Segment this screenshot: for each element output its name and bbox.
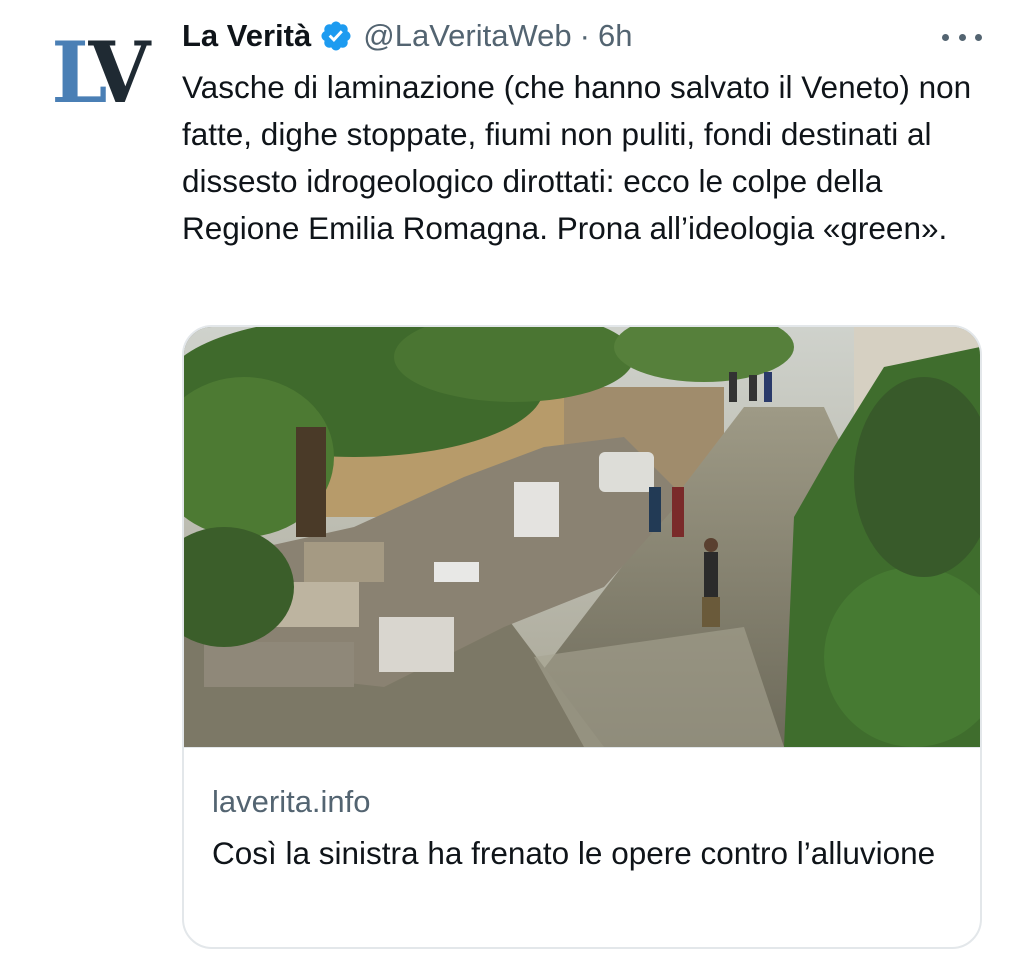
card-image[interactable]: [184, 327, 980, 747]
card-title[interactable]: Così la sinistra ha frenato le opere con…: [212, 830, 952, 876]
tweet[interactable]: LV La Verità @LaVeritaWeb · 6h Vasche di…: [0, 0, 1024, 976]
tweet-text: Vasche di laminazione (che hanno salvato…: [182, 69, 972, 246]
link-card[interactable]: laverita.info Così la sinistra ha frenat…: [182, 325, 982, 949]
more-dot-1: [942, 33, 949, 41]
la-verita-logo: LV: [51, 31, 150, 115]
logo-letter-v: V: [88, 23, 150, 122]
verified-badge-icon[interactable]: [319, 19, 353, 53]
more-dot-3: [975, 33, 982, 41]
timestamp[interactable]: 6h: [598, 18, 632, 54]
tweet-header: La Verità @LaVeritaWeb · 6h: [182, 14, 632, 58]
avatar[interactable]: LV: [30, 18, 162, 128]
flooded-street-photo: [184, 327, 980, 747]
separator-dot: ·: [579, 18, 590, 53]
more-horizontal-icon[interactable]: [942, 22, 982, 52]
card-footer[interactable]: laverita.info Così la sinistra ha frenat…: [184, 747, 980, 947]
more-dot-2: [958, 33, 966, 41]
card-domain[interactable]: laverita.info: [212, 784, 371, 820]
logo-letter-l: L: [51, 23, 98, 122]
display-name[interactable]: La Verità: [182, 18, 311, 54]
user-handle[interactable]: @LaVeritaWeb: [363, 18, 571, 54]
